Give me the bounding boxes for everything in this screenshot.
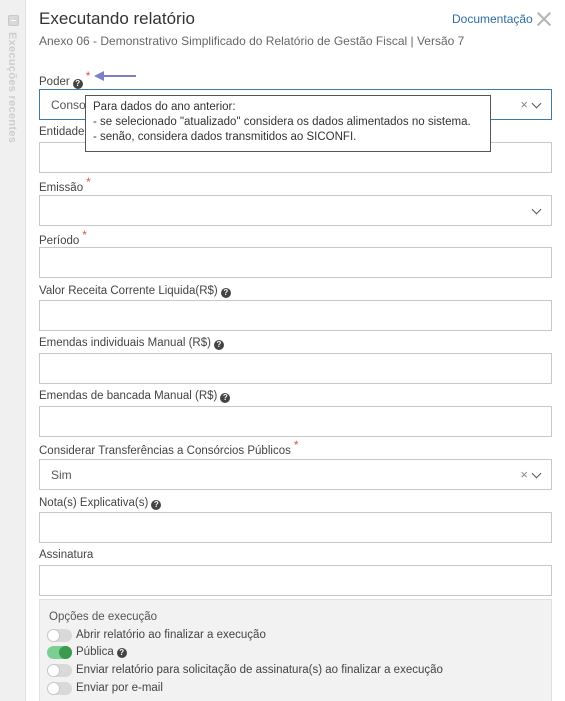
toggle-send-signature[interactable] [47, 663, 72, 677]
clear-icon[interactable]: × [520, 97, 528, 112]
option-send-signature: Enviar relatório para solicitação de ass… [47, 663, 443, 677]
close-icon[interactable] [535, 10, 553, 28]
assinatura-label: Assinatura [39, 549, 94, 561]
toggle-public[interactable] [47, 645, 72, 659]
nota-label: Nota(s) Explicativa(s)? [39, 497, 162, 510]
entidade-label: Entidade [39, 126, 85, 138]
toggle-knob [47, 628, 60, 642]
emissao-label: Emissão * [39, 175, 91, 194]
option-send-email: Enviar por e-mail [47, 681, 163, 695]
option-label: Abrir relatório ao finalizar a execução [76, 629, 266, 641]
execution-options-title: Opções de execução [49, 611, 158, 623]
required-marker: * [82, 228, 87, 242]
toggle-knob [47, 663, 60, 677]
option-open-report: Abrir relatório ao finalizar a execução [47, 628, 266, 642]
emissao-select[interactable] [39, 195, 552, 226]
required-marker: * [293, 438, 299, 452]
collapse-icon[interactable] [8, 15, 19, 26]
valor-rcl-input[interactable] [39, 300, 552, 331]
poder-value: Conso [51, 98, 86, 112]
page-subtitle: Anexo 06 - Demonstrativo Simplificado do… [39, 34, 465, 48]
valor-rcl-label: Valor Receita Corrente Liquida(R$)? [39, 285, 231, 298]
consorcios-select[interactable]: Sim × [39, 459, 552, 490]
periodo-input[interactable] [39, 247, 552, 278]
tooltip-line: - se selecionado "atualizado" considera … [93, 116, 471, 128]
nota-input[interactable] [39, 512, 552, 543]
clear-icon[interactable]: × [520, 467, 528, 482]
emendas-individuais-label: Emendas individuais Manual (R$)? [39, 337, 224, 350]
poder-tooltip: Para dados do ano anterior: - se selecio… [85, 95, 491, 152]
help-icon[interactable]: ? [72, 79, 83, 89]
option-label: Enviar relatório para solicitação de ass… [76, 664, 443, 676]
page-title: Executando relatório [39, 9, 195, 28]
recent-executions-label: Execuções recentes [6, 32, 18, 144]
execution-options-panel: Opções de execução Abrir relatório ao fi… [39, 599, 552, 701]
recent-executions-sidebar[interactable]: Execuções recentes [0, 0, 26, 701]
required-marker: * [85, 69, 91, 83]
help-icon[interactable]: ? [220, 393, 231, 403]
chevron-down-icon[interactable] [531, 204, 542, 215]
tooltip-line: Para dados do ano anterior: [93, 101, 236, 113]
toggle-open-report[interactable] [47, 628, 72, 642]
toggle-knob [47, 681, 60, 695]
option-public: Pública? [47, 645, 127, 659]
chevron-down-icon[interactable] [531, 98, 542, 109]
help-icon[interactable]: ? [116, 648, 127, 658]
emendas-bancada-input[interactable] [39, 406, 552, 437]
periodo-label: Período * [39, 228, 87, 247]
chevron-down-icon[interactable] [531, 468, 542, 479]
toggle-knob [59, 645, 72, 659]
emendas-bancada-label: Emendas de bancada Manual (R$)? [39, 390, 231, 403]
toggle-send-email[interactable] [47, 681, 72, 695]
option-label: Enviar por e-mail [76, 682, 163, 694]
documentation-link[interactable]: Documentação [452, 12, 533, 26]
assinatura-input[interactable] [39, 565, 552, 596]
required-marker: * [86, 175, 91, 189]
help-icon[interactable]: ? [151, 500, 162, 510]
help-icon[interactable]: ? [213, 340, 224, 350]
tooltip-line: - senão, considera dados transmitidos ao… [93, 131, 357, 143]
emendas-individuais-input[interactable] [39, 353, 552, 384]
option-label: Pública [76, 646, 114, 658]
help-icon[interactable]: ? [220, 288, 231, 298]
consorcios-value: Sim [51, 468, 72, 482]
poder-label: Poder ?* [39, 69, 91, 89]
arrow-annotation-icon [94, 71, 136, 81]
consorcios-label: Considerar Transferências a Consórcios P… [39, 438, 299, 457]
